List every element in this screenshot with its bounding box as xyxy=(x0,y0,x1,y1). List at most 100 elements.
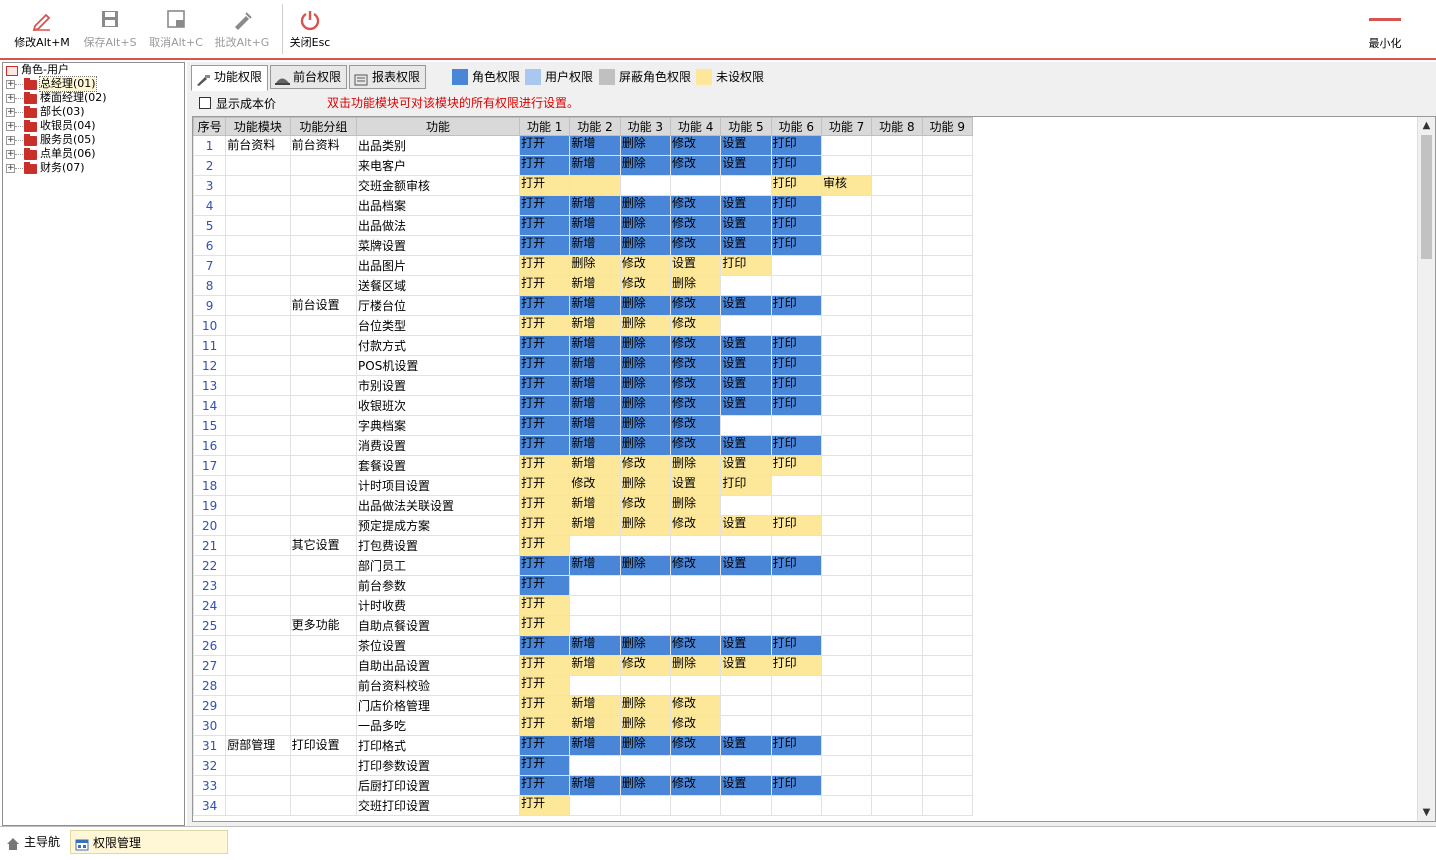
function-cell[interactable]: 出品类别 xyxy=(356,135,521,156)
permission-cell[interactable] xyxy=(820,315,873,336)
permission-cell[interactable]: 打印 xyxy=(770,635,822,656)
module-cell[interactable] xyxy=(225,215,291,236)
table-row[interactable]: 25 更多功能 自助点餐设置 打开 xyxy=(193,615,974,636)
group-cell[interactable] xyxy=(289,455,358,476)
permission-cell[interactable] xyxy=(770,275,822,296)
minimize-button[interactable]: 最小化 xyxy=(1360,6,1410,56)
permission-cell[interactable]: 打开 xyxy=(519,635,571,656)
permission-cell[interactable] xyxy=(871,135,923,156)
permission-cell[interactable] xyxy=(921,435,974,456)
table-row[interactable]: 12 POS机设置 打开 新增 删除 修改 设置 打印 xyxy=(193,355,974,376)
permission-cell[interactable] xyxy=(921,655,974,676)
function-cell[interactable]: 打印参数设置 xyxy=(356,755,521,776)
permission-cell[interactable]: 删除 xyxy=(619,235,672,256)
permission-cell[interactable] xyxy=(669,575,722,596)
permission-cell[interactable] xyxy=(820,275,873,296)
row-index[interactable]: 24 xyxy=(193,595,227,616)
permission-cell[interactable]: 删除 xyxy=(619,775,672,796)
group-cell[interactable]: 前台资料 xyxy=(289,135,358,156)
permission-cell[interactable]: 新增 xyxy=(569,195,621,216)
permission-cell[interactable] xyxy=(720,315,772,336)
permission-cell[interactable]: 修改 xyxy=(669,775,722,796)
permission-cell[interactable]: 设置 xyxy=(720,395,772,416)
scroll-up-icon[interactable]: ▲ xyxy=(1418,117,1435,134)
permission-cell[interactable] xyxy=(720,675,772,696)
permission-cell[interactable]: 打开 xyxy=(519,375,571,396)
permission-cell[interactable] xyxy=(619,595,672,616)
permission-cell[interactable] xyxy=(871,435,923,456)
module-cell[interactable] xyxy=(225,555,291,576)
permission-cell[interactable]: 打开 xyxy=(519,235,571,256)
permission-cell[interactable]: 删除 xyxy=(669,275,722,296)
permission-management-tab[interactable]: 权限管理 xyxy=(70,830,228,854)
group-cell[interactable] xyxy=(289,675,358,696)
permission-cell[interactable]: 修改 xyxy=(669,435,722,456)
permission-cell[interactable]: 打开 xyxy=(519,475,571,496)
column-header[interactable]: 功能 xyxy=(356,117,521,136)
expand-icon[interactable]: + xyxy=(6,108,15,117)
function-cell[interactable]: 部门员工 xyxy=(356,555,521,576)
permission-cell[interactable] xyxy=(820,755,873,776)
tree-item-5[interactable]: + 服务员(05) xyxy=(3,133,184,147)
permission-cell[interactable] xyxy=(820,515,873,536)
permission-cell[interactable] xyxy=(770,535,822,556)
permission-cell[interactable]: 打开 xyxy=(519,515,571,536)
permission-cell[interactable] xyxy=(569,575,621,596)
permission-cell[interactable] xyxy=(871,635,923,656)
permission-cell[interactable]: 新增 xyxy=(569,555,621,576)
permission-cell[interactable] xyxy=(921,295,974,316)
tree-item-3[interactable]: + 部长(03) xyxy=(3,105,184,119)
module-cell[interactable] xyxy=(225,775,291,796)
permission-cell[interactable]: 修改 xyxy=(619,655,672,676)
permission-cell[interactable]: 删除 xyxy=(619,415,672,436)
permission-cell[interactable]: 新增 xyxy=(569,375,621,396)
row-index[interactable]: 10 xyxy=(193,315,227,336)
column-header[interactable]: 功能 3 xyxy=(619,117,672,136)
row-index[interactable]: 30 xyxy=(193,715,227,736)
permission-cell[interactable] xyxy=(669,175,722,196)
permission-cell[interactable]: 修改 xyxy=(569,475,621,496)
row-index[interactable]: 13 xyxy=(193,375,227,396)
permission-cell[interactable] xyxy=(720,595,772,616)
table-row[interactable]: 33 后厨打印设置 打开 新增 删除 修改 设置 打印 xyxy=(193,775,974,796)
row-index[interactable]: 23 xyxy=(193,575,227,596)
function-cell[interactable]: 菜牌设置 xyxy=(356,235,521,256)
permission-cell[interactable]: 新增 xyxy=(569,495,621,516)
row-index[interactable]: 33 xyxy=(193,775,227,796)
permission-cell[interactable]: 设置 xyxy=(720,375,772,396)
module-cell[interactable] xyxy=(225,675,291,696)
row-index[interactable]: 22 xyxy=(193,555,227,576)
permission-cell[interactable] xyxy=(720,175,772,196)
permission-cell[interactable]: 打开 xyxy=(519,575,571,596)
permission-cell[interactable]: 新增 xyxy=(569,715,621,736)
permission-cell[interactable]: 删除 xyxy=(669,495,722,516)
table-row[interactable]: 32 打印参数设置 打开 xyxy=(193,755,974,776)
permission-cell[interactable] xyxy=(921,255,974,276)
permission-cell[interactable] xyxy=(921,555,974,576)
permission-cell[interactable] xyxy=(921,235,974,256)
permission-cell[interactable] xyxy=(871,755,923,776)
permission-cell[interactable]: 打印 xyxy=(770,375,822,396)
permission-cell[interactable]: 删除 xyxy=(619,435,672,456)
permission-cell[interactable]: 打印 xyxy=(720,255,772,276)
tree-item-2[interactable]: + 楼面经理(02) xyxy=(3,91,184,105)
permission-cell[interactable]: 新增 xyxy=(569,655,621,676)
permission-cell[interactable] xyxy=(921,595,974,616)
scroll-down-icon[interactable]: ▼ xyxy=(1418,804,1435,821)
permission-cell[interactable] xyxy=(569,175,621,196)
permission-cell[interactable]: 打印 xyxy=(720,475,772,496)
function-cell[interactable]: 套餐设置 xyxy=(356,455,521,476)
permission-cell[interactable]: 修改 xyxy=(619,275,672,296)
tab-function-permissions[interactable]: 功能权限 xyxy=(191,65,269,91)
permission-cell[interactable]: 打印 xyxy=(770,335,822,356)
function-cell[interactable]: POS机设置 xyxy=(356,355,521,376)
permission-cell[interactable] xyxy=(871,675,923,696)
permission-cell[interactable] xyxy=(871,375,923,396)
group-cell[interactable] xyxy=(289,235,358,256)
table-row[interactable]: 8 送餐区域 打开 新增 修改 删除 xyxy=(193,275,974,296)
function-cell[interactable]: 出品做法关联设置 xyxy=(356,495,521,516)
module-cell[interactable] xyxy=(225,755,291,776)
permission-cell[interactable] xyxy=(619,615,672,636)
permission-cell[interactable] xyxy=(569,755,621,776)
permission-cell[interactable] xyxy=(820,415,873,436)
